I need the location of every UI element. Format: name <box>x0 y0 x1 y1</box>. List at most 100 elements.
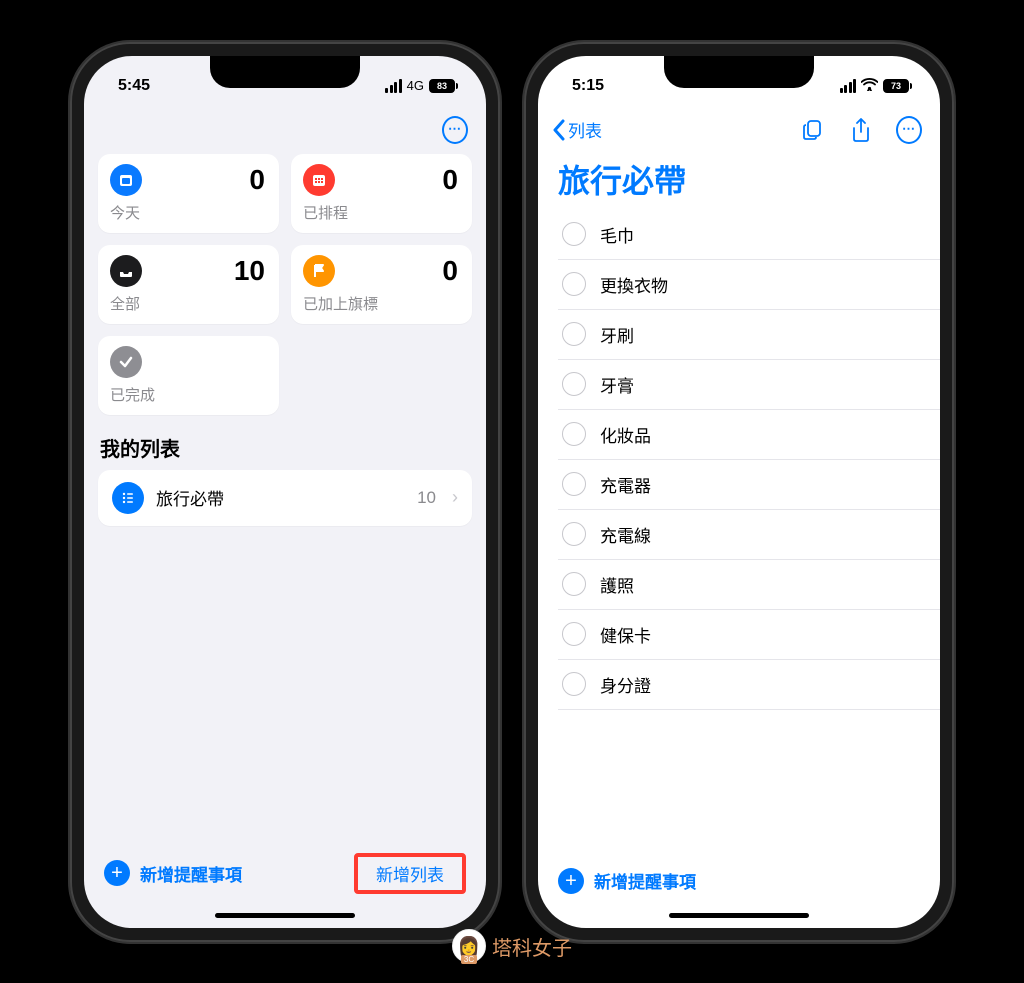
card-flagged[interactable]: 0 已加上旗標 <box>291 245 472 324</box>
card-today[interactable]: 0 今天 <box>98 154 279 233</box>
my-lists-header: 我的列表 <box>100 433 470 462</box>
annotation-highlight: 新增列表 <box>354 853 466 894</box>
card-label: 全部 <box>110 293 265 314</box>
card-all[interactable]: 10 全部 <box>98 245 279 324</box>
add-reminder-label: 新增提醒事項 <box>594 868 696 893</box>
notch <box>210 56 360 88</box>
list-count: 10 <box>417 488 436 508</box>
cellular-signal-icon <box>385 79 402 93</box>
ellipsis-circle-icon <box>442 116 468 144</box>
more-button[interactable] <box>442 117 468 143</box>
back-label: 列表 <box>568 117 602 142</box>
plus-circle-icon: + <box>558 868 584 894</box>
calendar-grid-icon <box>303 164 335 196</box>
card-scheduled[interactable]: 0 已排程 <box>291 154 472 233</box>
phone-frame-right: 5:15 73 列表 <box>524 42 954 942</box>
list-name: 旅行必帶 <box>156 485 405 510</box>
reminder-text: 充電線 <box>600 522 651 547</box>
list-title: 旅行必帶 <box>538 150 940 210</box>
reminder-text: 護照 <box>600 572 634 597</box>
reminder-item[interactable]: 化妝品 <box>558 410 940 460</box>
complete-toggle[interactable] <box>562 372 586 396</box>
add-reminder-button[interactable]: + 新增提醒事項 <box>558 868 696 894</box>
reminder-text: 充電器 <box>600 472 651 497</box>
chevron-left-icon <box>552 119 566 141</box>
home-indicator[interactable] <box>538 904 940 928</box>
phone-frame-left: 5:45 4G 83 <box>70 42 500 942</box>
list-row-travel[interactable]: 旅行必帶 10 › <box>98 470 472 526</box>
card-count: 0 <box>249 164 265 196</box>
calendar-icon <box>110 164 142 196</box>
reminder-text: 健保卡 <box>600 622 651 647</box>
add-reminder-label: 新增提醒事項 <box>140 861 242 886</box>
list-bullet-icon <box>112 482 144 514</box>
wifi-icon <box>861 78 878 94</box>
watermark-text: 塔科女子 <box>492 932 572 961</box>
bottom-toolbar: + 新增提醒事項 <box>538 856 940 904</box>
reminder-item[interactable]: 更換衣物 <box>558 260 940 310</box>
reminder-text: 牙刷 <box>600 322 634 347</box>
reminder-item[interactable]: 牙膏 <box>558 360 940 410</box>
watermark: 👩 塔科女子 <box>444 927 580 965</box>
status-time: 5:45 <box>118 77 150 95</box>
ellipsis-circle-icon <box>896 116 922 144</box>
reminder-item[interactable]: 充電器 <box>558 460 940 510</box>
plus-circle-icon: + <box>104 860 130 886</box>
complete-toggle[interactable] <box>562 522 586 546</box>
status-time: 5:15 <box>572 77 604 95</box>
chevron-right-icon: › <box>452 487 458 508</box>
reminders-list: 毛巾更換衣物牙刷牙膏化妝品充電器充電線護照健保卡身分證 <box>538 210 940 710</box>
main-content: 0 今天 0 已排程 <box>84 150 486 841</box>
card-label: 已排程 <box>303 202 458 223</box>
copy-button[interactable] <box>800 117 826 143</box>
smart-lists-grid: 0 今天 0 已排程 <box>98 154 472 415</box>
card-label: 已加上旗標 <box>303 293 458 314</box>
flag-icon <box>303 255 335 287</box>
nav-bar <box>84 106 486 150</box>
complete-toggle[interactable] <box>562 222 586 246</box>
status-right: 73 <box>840 78 913 94</box>
reminder-item[interactable]: 護照 <box>558 560 940 610</box>
more-button[interactable] <box>896 117 922 143</box>
reminder-item[interactable]: 身分證 <box>558 660 940 710</box>
complete-toggle[interactable] <box>562 572 586 596</box>
reminder-text: 牙膏 <box>600 372 634 397</box>
checkmark-icon <box>110 346 142 378</box>
add-list-button[interactable]: 新增列表 <box>366 860 454 891</box>
reminder-item[interactable]: 充電線 <box>558 510 940 560</box>
nav-bar: 列表 <box>538 106 940 150</box>
status-right: 4G 83 <box>385 78 458 93</box>
watermark-avatar-icon: 👩 <box>452 929 486 963</box>
reminder-item[interactable]: 健保卡 <box>558 610 940 660</box>
screen-left: 5:45 4G 83 <box>84 56 486 928</box>
card-completed[interactable]: 已完成 <box>98 336 279 415</box>
complete-toggle[interactable] <box>562 272 586 296</box>
card-count: 0 <box>442 255 458 287</box>
complete-toggle[interactable] <box>562 422 586 446</box>
complete-toggle[interactable] <box>562 322 586 346</box>
reminder-text: 更換衣物 <box>600 272 668 297</box>
complete-toggle[interactable] <box>562 622 586 646</box>
add-reminder-button[interactable]: + 新增提醒事項 <box>104 860 242 886</box>
reminder-text: 毛巾 <box>600 222 634 247</box>
back-button[interactable]: 列表 <box>552 117 602 142</box>
battery-icon: 73 <box>883 79 912 93</box>
battery-icon: 83 <box>429 79 458 93</box>
card-count: 10 <box>234 255 265 287</box>
reminder-item[interactable]: 牙刷 <box>558 310 940 360</box>
bottom-toolbar: + 新增提醒事項 新增列表 <box>84 841 486 904</box>
reminder-text: 化妝品 <box>600 422 651 447</box>
home-indicator[interactable] <box>84 904 486 928</box>
reminder-item[interactable]: 毛巾 <box>558 210 940 260</box>
complete-toggle[interactable] <box>562 672 586 696</box>
cellular-signal-icon <box>840 79 857 93</box>
card-label: 已完成 <box>110 384 265 405</box>
notch <box>664 56 814 88</box>
share-button[interactable] <box>848 117 874 143</box>
network-label: 4G <box>407 78 424 93</box>
complete-toggle[interactable] <box>562 472 586 496</box>
screen-right: 5:15 73 列表 <box>538 56 940 928</box>
card-label: 今天 <box>110 202 265 223</box>
card-count: 0 <box>442 164 458 196</box>
copy-icon <box>801 118 825 142</box>
